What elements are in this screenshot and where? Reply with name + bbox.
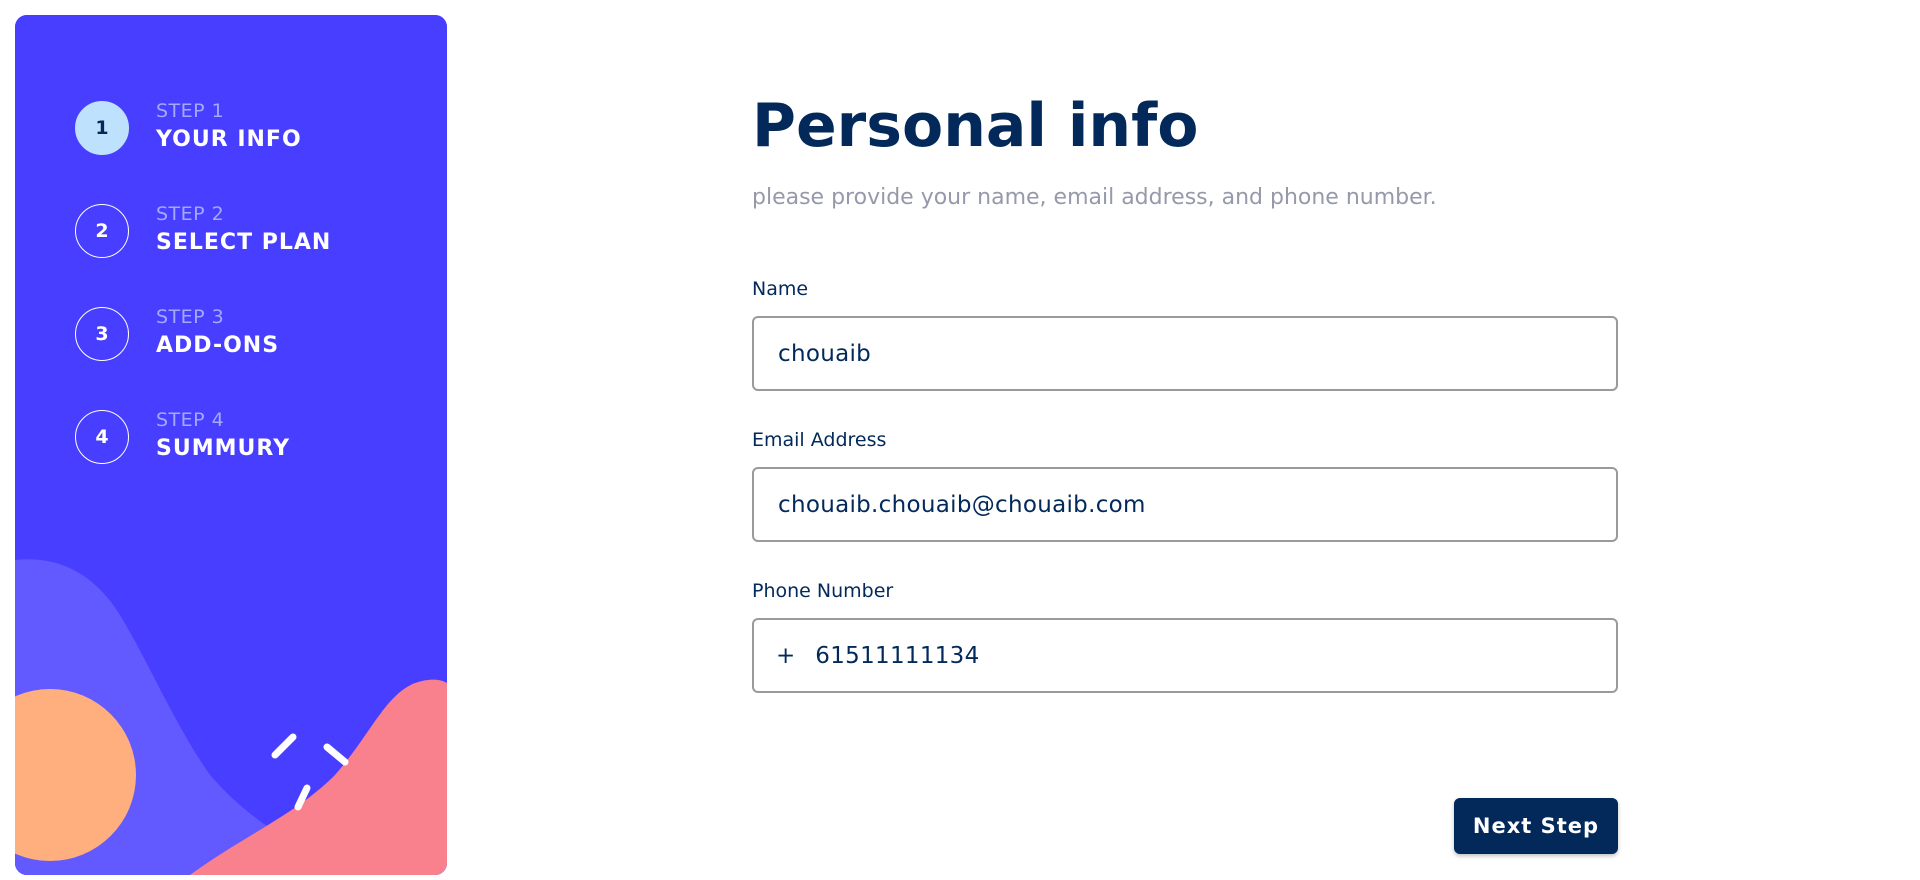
page-title: Personal info [752,91,1199,161]
step-title: SELECT PLAN [156,230,332,255]
next-step-button[interactable]: Next Step [1454,798,1618,854]
step-number: 3 [75,307,129,361]
name-label: Name [752,278,809,300]
email-label: Email Address [752,429,887,451]
step-caption: STEP 2 [156,203,225,225]
step-1[interactable]: 1 STEP 1 YOUR INFO [75,100,331,156]
phone-field: + [752,618,1618,693]
phone-prefix: + [776,642,796,669]
step-number: 4 [75,410,129,464]
email-input[interactable] [776,490,1616,519]
step-caption: STEP 1 [156,100,225,122]
step-number: 2 [75,204,129,258]
step-title: YOUR INFO [156,127,302,152]
step-number: 1 [75,101,129,155]
step-caption: STEP 3 [156,306,225,328]
step-4[interactable]: 4 STEP 4 SUMMURY [75,409,331,465]
phone-input[interactable] [813,641,1616,670]
step-3[interactable]: 3 STEP 3 ADD-ONS [75,306,331,362]
step-title: SUMMURY [156,436,291,461]
sidebar: 1 STEP 1 YOUR INFO 2 STEP 2 SELECT PLAN … [15,15,447,875]
step-2[interactable]: 2 STEP 2 SELECT PLAN [75,203,331,259]
name-field [752,316,1618,391]
step-list: 1 STEP 1 YOUR INFO 2 STEP 2 SELECT PLAN … [75,100,331,512]
step-caption: STEP 4 [156,409,225,431]
name-input[interactable] [776,339,1616,368]
step-title: ADD-ONS [156,333,280,358]
email-field [752,467,1618,542]
personal-info-form: Personal info please provide your name, … [752,0,1622,880]
multi-step-form: 1 STEP 1 YOUR INFO 2 STEP 2 SELECT PLAN … [0,0,1920,880]
page-subtitle: please provide your name, email address,… [752,185,1437,210]
phone-label: Phone Number [752,580,894,602]
